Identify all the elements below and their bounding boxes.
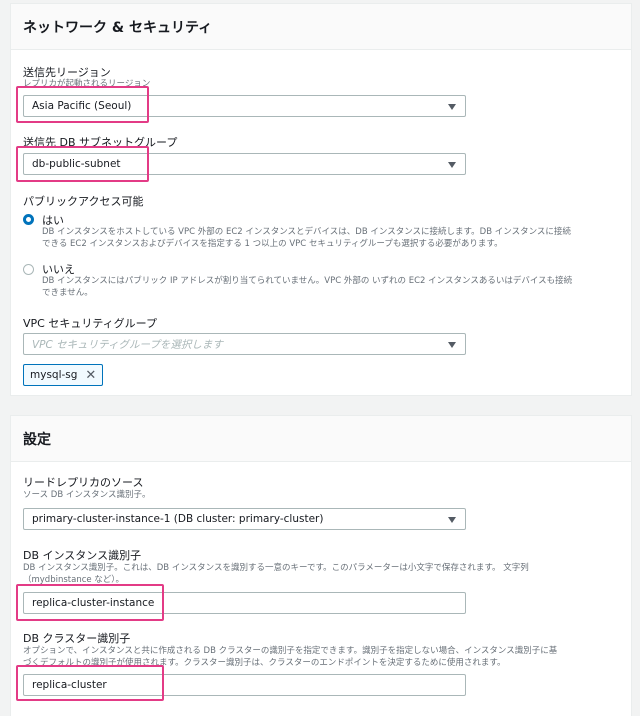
radio-yes-description-2: できる EC2 インスタンスおよびデバイスを指定する 1 つ以上の VPC セキ…	[42, 239, 503, 249]
caret-down-icon	[448, 104, 456, 110]
public-access-label: パブリックアクセス可能	[23, 195, 144, 208]
vpc-sg-token: mysql-sg ✕	[23, 364, 104, 386]
radio-yes[interactable]	[23, 214, 34, 225]
vpc-sg-label: VPC セキュリティグループ	[23, 317, 158, 330]
region-value: Asia Pacific (Seoul)	[32, 100, 132, 112]
cluster-id-description-1: オプションで、インスタンスと共に作成される DB クラスターの識別子を指定できま…	[23, 646, 558, 656]
cluster-id-description-2: づくデフォルトの識別子が使用されます。クラスター識別子は、クラスターのエンドポイ…	[23, 658, 506, 668]
instance-id-value: replica-cluster-instance	[32, 597, 155, 609]
source-label: リードレプリカのソース	[23, 476, 144, 489]
instance-id-description-1: DB インスタンス識別子。これは、DB インスタンスを識別する一意のキーです。こ…	[23, 563, 529, 573]
settings-title: 設定	[23, 431, 51, 448]
network-security-header: ネットワーク & セキュリティ	[11, 4, 631, 50]
subnet-value: db-public-subnet	[32, 158, 121, 170]
radio-yes-description-1: DB インスタンスをホストしている VPC 外部の EC2 インスタンスとデバイ…	[42, 227, 571, 237]
radio-no-description-1: DB インスタンスにはパブリック IP アドレスが割り当てられていません。VPC…	[42, 276, 573, 286]
settings-header: 設定	[11, 416, 631, 462]
settings-panel: 設定 リードレプリカのソース ソース DB インスタンス識別子。 primary…	[10, 415, 632, 716]
cluster-id-label: DB クラスター識別子	[23, 632, 131, 645]
vpc-sg-select[interactable]: VPC セキュリティグループを選択します	[23, 333, 466, 355]
source-select[interactable]: primary-cluster-instance-1 (DB cluster: …	[23, 508, 466, 530]
network-security-title: ネットワーク & セキュリティ	[23, 19, 213, 36]
instance-id-label: DB インスタンス識別子	[23, 549, 142, 562]
subnet-select[interactable]: db-public-subnet	[23, 153, 466, 175]
vpc-sg-placeholder: VPC セキュリティグループを選択します	[32, 338, 223, 351]
subnet-label: 送信先 DB サブネットグループ	[23, 136, 178, 149]
close-icon[interactable]: ✕	[85, 369, 96, 382]
source-description: ソース DB インスタンス識別子。	[23, 490, 151, 500]
caret-down-icon	[448, 517, 456, 523]
radio-no[interactable]	[23, 264, 34, 275]
instance-id-description-2: （mydbinstance など）。	[23, 575, 125, 585]
caret-down-icon	[448, 162, 456, 168]
caret-down-icon	[448, 342, 456, 348]
region-description: レプリカが起動されるリージョン	[23, 79, 151, 89]
radio-no-description-2: できません。	[42, 288, 93, 298]
cluster-id-input[interactable]: replica-cluster	[23, 674, 466, 696]
region-select[interactable]: Asia Pacific (Seoul)	[23, 95, 466, 117]
vpc-sg-token-label: mysql-sg	[30, 369, 78, 381]
instance-id-input[interactable]: replica-cluster-instance	[23, 592, 466, 614]
network-security-panel: ネットワーク & セキュリティ 送信先リージョン レプリカが起動されるリージョン…	[10, 3, 632, 396]
source-value: primary-cluster-instance-1 (DB cluster: …	[32, 513, 324, 525]
cluster-id-value: replica-cluster	[32, 679, 107, 691]
